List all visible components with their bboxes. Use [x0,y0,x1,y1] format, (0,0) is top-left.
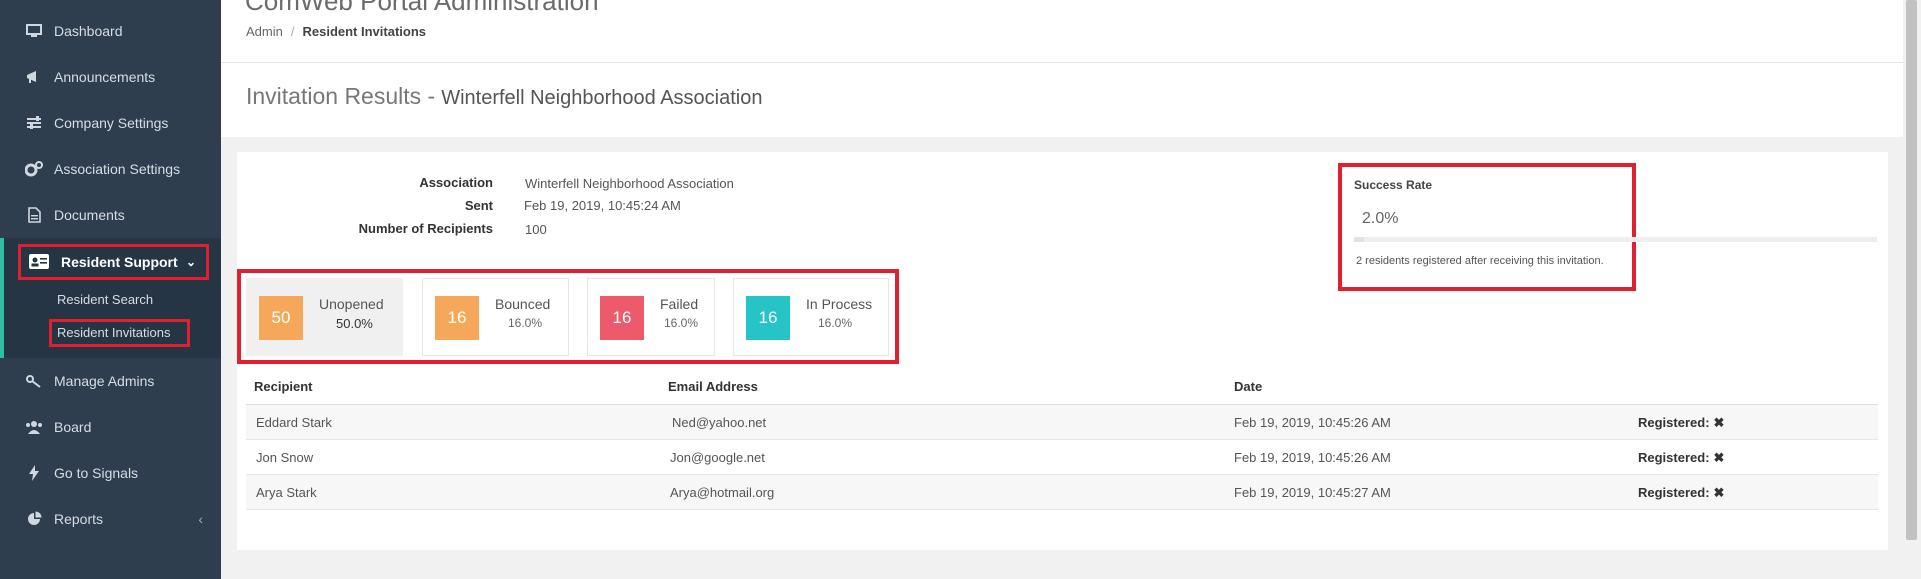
sidebar-item-company-settings[interactable]: Company Settings [0,104,221,142]
column-header-email[interactable]: Email Address [668,379,758,394]
sidebar-item-reports[interactable]: Reports ‹ [0,500,221,538]
document-icon [24,205,44,225]
success-rate-note: 2 residents registered after receiving t… [1356,255,1604,267]
id-card-icon [29,254,51,270]
sidebar-item-label: Association Settings [54,161,181,177]
sidebar-item-documents[interactable]: Documents [0,196,221,234]
registered-status: Registered: ✖ [1638,485,1724,501]
stat-count: 50 [259,296,303,340]
page-title: Invitation Results - Winterfell Neighborh… [246,83,763,110]
email-cell[interactable]: Jon@google.net [670,450,765,465]
stat-bounced[interactable]: 16 Bounced 16.0% [422,278,569,356]
date-cell: Feb 19, 2019, 10:45:26 AM [1234,415,1391,430]
sidebar-item-board[interactable]: Board [0,408,221,446]
stat-count: 16 [600,296,644,340]
email-cell[interactable]: Ned@yahoo.net [672,415,766,430]
stat-label: Failed [660,296,699,312]
success-rate-progress-fill [1354,237,1365,242]
page-title-text: Invitation Results - [246,83,436,109]
sidebar-item-label: Announcements [54,69,156,85]
association-value: Winterfell Neighborhood Association [525,176,734,191]
scrollbar-thumb[interactable] [1906,0,1917,540]
page-subtitle: Winterfell Neighborhood Association [441,87,763,109]
breadcrumb-current: Resident Invitations [302,24,427,39]
sliders-icon [24,113,44,133]
email-cell[interactable]: Arya@hotmail.org [670,485,774,500]
key-icon [24,371,44,391]
table-row[interactable]: Jon Snow Jon@google.net Feb 19, 2019, 10… [246,440,1878,475]
success-rate-value: 2.0% [1362,210,1399,227]
breadcrumb-separator: / [290,24,295,39]
sidebar-item-label: Dashboard [54,23,123,39]
sidebar-item-label: Manage Admins [54,373,155,389]
association-label: Association [419,175,493,190]
sidebar-item-label: Go to Signals [54,465,139,481]
stat-count: 16 [746,296,790,340]
table-row[interactable]: Arya Stark Arya@hotmail.org Feb 19, 2019… [246,475,1878,510]
sidebar-item-label: Reports [54,511,104,527]
sidebar-item-dashboard[interactable]: Dashboard [0,12,221,50]
megaphone-icon [24,67,44,87]
sidebar-item-association-settings[interactable]: Association Settings [0,150,221,188]
close-icon: ✖ [1713,450,1725,465]
stat-percent: 16.0% [664,316,699,330]
stat-label: Bounced [495,296,551,312]
registered-label: Registered: [1638,485,1710,500]
sidebar: Dashboard Announcements Company Settings… [0,0,221,579]
recipient-cell: Eddard Stark [256,415,332,430]
column-header-date[interactable]: Date [1234,379,1262,394]
recipient-cell: Jon Snow [256,450,314,465]
stat-in-process[interactable]: 16 In Process 16.0% [733,278,889,356]
sidebar-item-label: Resident Support [61,254,178,270]
sidebar-item-label: Company Settings [54,115,169,131]
recipients-label: Number of Recipients [358,221,493,236]
column-header-recipient[interactable]: Recipient [254,379,313,394]
success-rate-title: Success Rate [1354,178,1433,192]
stat-failed[interactable]: 16 Failed 16.0% [587,278,715,356]
sidebar-item-manage-admins[interactable]: Manage Admins [0,362,221,400]
registered-status: Registered: ✖ [1638,450,1724,466]
sidebar-subitem-resident-invitations[interactable]: Resident Invitations [57,325,170,340]
registered-status: Registered: ✖ [1638,415,1724,431]
gears-icon [24,159,44,179]
stat-unopened[interactable]: 50 Unopened 50.0% [246,278,403,356]
users-icon [24,417,44,437]
stat-percent: 16.0% [508,316,543,330]
sidebar-item-announcements[interactable]: Announcements [0,58,221,96]
portal-title: ComWeb Portal Administration [245,0,599,16]
registered-label: Registered: [1638,415,1710,430]
close-icon: ✖ [1713,485,1725,500]
success-rate-progress [1354,237,1877,242]
bolt-icon [24,463,44,483]
breadcrumb-admin[interactable]: Admin [246,24,283,39]
chevron-left-icon: ‹ [198,511,203,527]
registered-label: Registered: [1638,450,1710,465]
sidebar-item-label: Documents [54,207,125,223]
stat-label: Unopened [319,296,384,312]
recipients-value: 100 [525,222,547,237]
stat-percent: 50.0% [336,316,373,331]
page-title-bar: Invitation Results - Winterfell Neighborh… [221,63,1903,137]
date-cell: Feb 19, 2019, 10:45:27 AM [1234,485,1391,500]
monitor-icon [24,21,44,41]
stat-percent: 16.0% [818,316,853,330]
top-header: ComWeb Portal Administration Admin / Resid… [221,0,1903,63]
breadcrumb: Admin / Resident Invitations [246,24,426,39]
sidebar-item-resident-support[interactable]: Resident Support ⌄ [18,244,209,280]
date-cell: Feb 19, 2019, 10:45:26 AM [1234,450,1391,465]
chevron-down-icon: ⌄ [185,255,196,269]
stat-label: In Process [806,296,873,312]
recipient-cell: Arya Stark [256,485,317,500]
sent-value: Feb 19, 2019, 10:45:24 AM [524,198,681,213]
table-row[interactable]: Eddard Stark Ned@yahoo.net Feb 19, 2019,… [246,405,1878,440]
sidebar-item-label: Board [54,419,92,435]
stat-count: 16 [435,296,479,340]
sidebar-subitem-resident-search[interactable]: Resident Search [57,292,153,307]
pie-chart-icon [24,509,44,529]
sidebar-item-go-to-signals[interactable]: Go to Signals [0,454,221,492]
sent-label: Sent [464,198,493,213]
close-icon: ✖ [1713,415,1725,430]
